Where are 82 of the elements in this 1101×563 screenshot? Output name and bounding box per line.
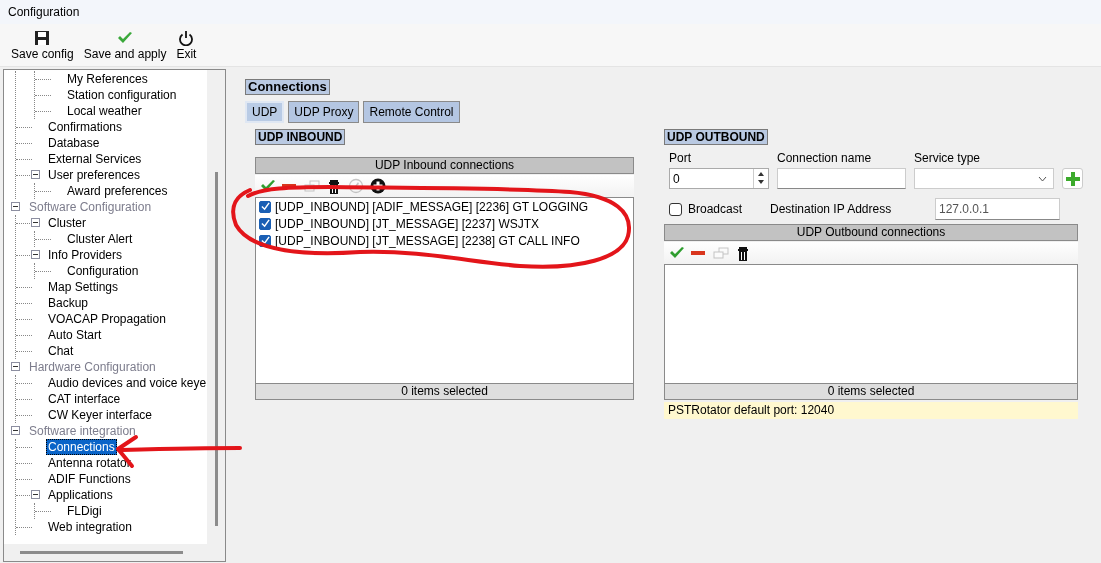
tree-item[interactable]: ADIF Functions <box>46 471 133 487</box>
tree-item[interactable]: Confirmations <box>46 119 125 135</box>
tree-item[interactable]: Chat <box>46 343 76 359</box>
tree-item[interactable]: Configuration <box>65 263 141 279</box>
input-field[interactable]: 127.0.0.1 <box>935 198 1060 220</box>
tree-item[interactable]: Applications <box>46 487 115 503</box>
add-button[interactable] <box>1062 168 1083 189</box>
power-icon <box>177 30 196 46</box>
collapse-icon[interactable] <box>11 202 20 211</box>
minus-icon <box>691 251 705 255</box>
field-label: Service type <box>914 150 982 167</box>
trash-button[interactable] <box>326 178 342 194</box>
scrollbar-thumb[interactable] <box>214 172 218 526</box>
collapse-icon[interactable] <box>31 218 40 227</box>
toolbar-button[interactable]: Save and apply <box>80 28 170 66</box>
list-header: UDP Outbound connections <box>664 224 1078 241</box>
collapse-icon[interactable] <box>31 250 40 259</box>
trash-icon <box>735 245 751 261</box>
minus-icon <box>282 184 296 188</box>
plus-icon <box>1065 171 1080 186</box>
checkbox-label: Broadcast <box>688 202 743 216</box>
collapse-icon[interactable] <box>31 170 40 179</box>
toolbar-button[interactable]: Exit <box>173 28 200 66</box>
windows-icon <box>304 178 320 194</box>
group-title: UDP INBOUND <box>255 129 346 145</box>
tree-item[interactable]: Hardware Configuration <box>27 359 158 375</box>
tree-item[interactable]: Local weather <box>65 103 144 119</box>
tree-item[interactable]: Award preferences <box>65 183 170 199</box>
collapse-icon[interactable] <box>11 362 20 371</box>
hint-text: PSTRotator default port: 12040 <box>664 402 1078 419</box>
list-header: UDP Inbound connections <box>255 157 634 174</box>
checkbox[interactable] <box>259 217 271 230</box>
tree-item[interactable]: Info Providers <box>46 247 125 263</box>
plus-circle-icon <box>370 178 386 194</box>
status-text: 0 items selected <box>255 383 634 400</box>
tree-item[interactable]: Connections <box>46 439 117 455</box>
tree-item[interactable]: Database <box>46 135 102 151</box>
input-field[interactable] <box>777 168 906 189</box>
section-title: Connections <box>245 79 330 95</box>
tab[interactable]: Remote Control <box>363 101 460 123</box>
tree-item[interactable]: VOACAP Propagation <box>46 311 168 327</box>
tree-item[interactable]: Software integration <box>27 423 138 439</box>
tab[interactable]: UDP Proxy <box>288 101 360 123</box>
field-label: Port <box>669 150 692 167</box>
collapse-icon[interactable] <box>31 490 40 499</box>
tree-item[interactable]: Cluster <box>46 215 88 231</box>
tree-item[interactable]: CW Keyer interface <box>46 407 155 423</box>
list-item[interactable]: [UDP_INBOUND] [JT_MESSAGE] [2238] GT CALL INFO <box>275 233 580 248</box>
field-label: Connection name <box>777 150 873 167</box>
port-spinbox[interactable]: 0 <box>669 168 769 189</box>
list-item[interactable]: [UDP_INBOUND] [JT_MESSAGE] [2237] WSJTX <box>275 216 540 231</box>
plus-circle-button[interactable] <box>370 178 386 194</box>
tree-item[interactable]: User preferences <box>46 167 143 183</box>
windows-icon <box>713 245 729 261</box>
collapse-icon[interactable] <box>11 426 20 435</box>
port-field[interactable]: 0 <box>670 169 753 188</box>
tree-item[interactable]: Cluster Alert <box>65 231 135 247</box>
tree-item[interactable]: External Services <box>46 151 144 167</box>
tree-item[interactable]: Map Settings <box>46 279 121 295</box>
scrollbar-thumb[interactable] <box>20 551 183 554</box>
checkbox[interactable] <box>259 200 271 213</box>
tree-item[interactable]: Audio devices and voice keye <box>46 375 207 391</box>
list-item[interactable]: [UDP_INBOUND] [ADIF_MESSAGE] [2236] GT LOGGING <box>275 199 589 214</box>
toolbar-button[interactable]: Save config <box>8 28 77 66</box>
tree-item[interactable]: Backup <box>46 295 91 311</box>
chevron-down-icon <box>1038 175 1047 182</box>
tree-item[interactable]: My References <box>65 71 150 87</box>
tree-item[interactable]: Station configuration <box>65 87 179 103</box>
trash-icon <box>326 178 342 194</box>
trash-button[interactable] <box>735 245 751 261</box>
tree-item[interactable]: Web integration <box>46 519 134 535</box>
tree-item[interactable]: CAT interface <box>46 391 123 407</box>
compass-icon <box>348 178 364 194</box>
checkbox[interactable] <box>669 202 682 216</box>
group-title: UDP OUTBOUND <box>664 129 768 145</box>
tree-item[interactable]: Auto Start <box>46 327 104 343</box>
status-text: 0 items selected <box>664 383 1078 400</box>
window-title: Configuration <box>8 5 80 19</box>
tree-item[interactable]: FLDigi <box>65 503 104 519</box>
tab[interactable]: UDP <box>245 101 285 123</box>
field-label: Destination IP Address <box>770 202 893 216</box>
tree-item[interactable]: Software Configuration <box>27 199 154 215</box>
